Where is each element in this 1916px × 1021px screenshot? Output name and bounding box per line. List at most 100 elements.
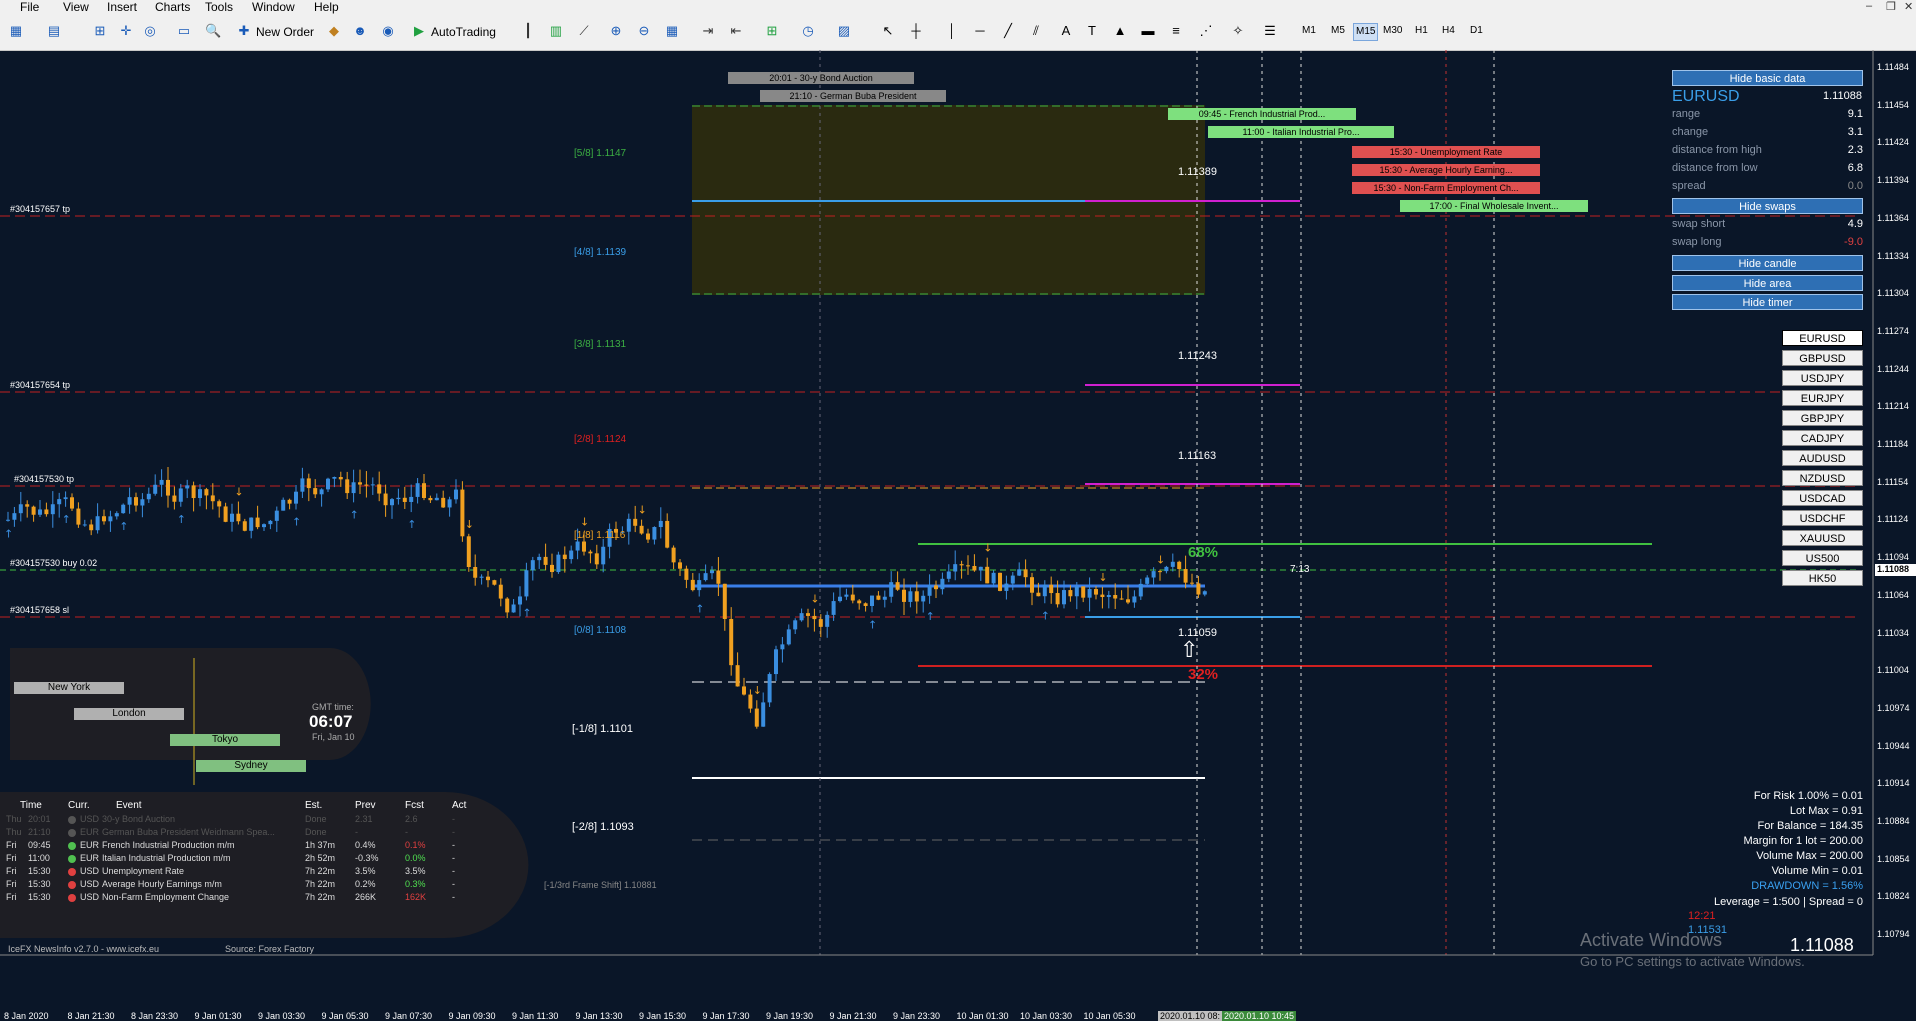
candlestick-icon[interactable]: ▥ [548,23,564,39]
arrows-icon[interactable]: ▲ [1112,23,1128,39]
hide-area-button[interactable]: Hide area [1672,275,1863,291]
chart-area[interactable]: ↑ ↑ ↑ ↑ ↓ ↑ ↑ ↑ ↓ ↑ ↓ ↓ ↑ ↓ ↓ ↑ ↑ ↓ ↑ ↓ ↓ [5/8] 1.1147 [4/8]… [0,50,1916,1021]
navigator-icon[interactable]: ◎ [142,23,158,39]
tf-h4[interactable]: H4 [1440,23,1457,39]
market-watch-icon[interactable]: ⊞ [92,23,108,39]
news-bar-4[interactable]: 11:00 - Italian Industrial Pro... [1208,126,1394,138]
candle-body [82,524,87,526]
session-london: London [74,708,184,720]
candle-body [594,553,599,565]
autotrading-icon[interactable]: ▶ [411,23,427,39]
templates-icon[interactable]: ▨ [836,23,852,39]
symbol-audusd[interactable]: AUDUSD [1782,450,1863,466]
autotrading-button[interactable]: AutoTrading [431,22,496,42]
symbol-eurusd[interactable]: EURUSD [1782,330,1863,346]
hide-swaps-button[interactable]: Hide swaps [1672,198,1863,214]
symbol-hk50[interactable]: HK50 [1782,570,1863,586]
symbol-xauusd[interactable]: XAUUSD [1782,530,1863,546]
hide-candle-button[interactable]: Hide candle [1672,255,1863,271]
crosshair-icon[interactable]: ┼ [908,23,924,39]
tf-m1[interactable]: M1 [1300,23,1318,39]
news-bar-1[interactable]: 20:01 - 30-y Bond Auction [728,72,914,84]
channel-icon[interactable]: ⫽ [1028,23,1044,39]
hide-timer-button[interactable]: Hide timer [1672,294,1863,310]
menu-view[interactable]: View [63,0,89,14]
tf-h1[interactable]: H1 [1413,23,1430,39]
minimize-icon[interactable]: – [1866,0,1872,12]
candle-body [313,488,318,495]
auto-scroll-icon[interactable]: ⇥ [700,23,716,39]
trendline-icon[interactable]: ╱ [1000,23,1016,39]
more-tools-icon[interactable]: ☰ [1262,23,1278,39]
tf-d1[interactable]: D1 [1468,23,1485,39]
new-chart-icon[interactable]: ▦ [8,23,24,39]
zoom-in-icon[interactable]: ⊕ [608,23,624,39]
symbol-nzdusd[interactable]: NZDUSD [1782,470,1863,486]
tf-m5[interactable]: M5 [1329,23,1347,39]
price-axis-label: 1.10914 [1877,778,1910,789]
tile-windows-icon[interactable]: ▦ [664,23,680,39]
menu-tools[interactable]: Tools [205,0,233,14]
rectangle-icon[interactable]: ▬ [1140,23,1156,39]
order-label-buy: #304157530 buy 0.02 [10,558,98,568]
candle-body [121,504,126,514]
symbol-eurjpy[interactable]: EURJPY [1782,390,1863,406]
market-icon[interactable]: ◉ [380,23,396,39]
candle-body [76,508,81,525]
tester-icon[interactable]: 🔍 [205,23,221,39]
candle-body [1164,566,1169,572]
symbol-cadjpy[interactable]: CADJPY [1782,430,1863,446]
menu-file[interactable]: File [20,0,39,14]
symbol-gbpjpy[interactable]: GBPJPY [1782,410,1863,426]
impact-dot-icon [68,894,76,902]
indicators-icon[interactable]: ⊞ [764,23,780,39]
news-bar-8[interactable]: 17:00 - Final Wholesale Invent... [1400,200,1588,212]
tf-m15[interactable]: M15 [1353,23,1379,41]
menu-insert[interactable]: Insert [107,0,137,14]
tf-m30[interactable]: M30 [1381,23,1404,39]
new-order-icon[interactable]: ✚ [236,23,252,39]
symbol-usdchf[interactable]: USDCHF [1782,510,1863,526]
news-bar-5[interactable]: 15:30 - Unemployment Rate [1352,146,1540,158]
candle-body [1068,590,1073,597]
cursor-icon[interactable]: ↖ [880,23,896,39]
hide-basic-data-button[interactable]: Hide basic data [1672,70,1863,86]
profiles-icon[interactable]: ▤ [46,23,62,39]
fib-fan-icon[interactable]: ⋰ [1198,23,1214,39]
restore-icon[interactable]: ❐ [1886,0,1896,13]
candle-body [921,595,926,602]
shapes-icon[interactable]: ✧ [1230,23,1246,39]
fibonacci-icon[interactable]: ≡ [1168,23,1184,39]
terminal-icon[interactable]: ▭ [176,23,192,39]
menu-window[interactable]: Window [252,0,295,14]
metaeditor-icon[interactable]: ◆ [326,23,342,39]
text-icon[interactable]: A [1058,23,1074,39]
bar-chart-icon[interactable]: ┃ [520,23,536,39]
symbol-us500[interactable]: US500 [1782,550,1863,566]
data-window-icon[interactable]: ✛ [118,23,134,39]
calendar-cell: 2.6 [405,814,418,824]
menu-help[interactable]: Help [314,0,339,14]
symbol-usdcad[interactable]: USDCAD [1782,490,1863,506]
candle-body [601,546,606,565]
text-label-icon[interactable]: T [1084,23,1100,39]
candle-body [652,527,657,540]
vertical-line-icon[interactable]: │ [944,23,960,39]
line-chart-icon[interactable]: ⟋ [576,23,592,39]
candle-body [18,504,23,514]
news-bar-2[interactable]: 21:10 - German Buba President [760,90,946,102]
zoom-out-icon[interactable]: ⊖ [636,23,652,39]
time-axis-label: 9 Jan 07:30 [385,1011,433,1021]
signals-icon[interactable]: ☻ [352,23,368,39]
new-order-button[interactable]: New Order [256,22,314,42]
news-bar-3[interactable]: 09:45 - French Industrial Prod... [1168,108,1356,120]
close-icon[interactable]: ✕ [1904,0,1913,13]
symbol-gbpusd[interactable]: GBPUSD [1782,350,1863,366]
symbol-usdjpy[interactable]: USDJPY [1782,370,1863,386]
horizontal-line-icon[interactable]: ─ [972,23,988,39]
chart-shift-icon[interactable]: ⇤ [728,23,744,39]
menu-charts[interactable]: Charts [155,0,190,14]
periods-icon[interactable]: ◷ [800,23,816,39]
news-bar-6[interactable]: 15:30 - Average Hourly Earning... [1352,164,1540,176]
news-bar-7[interactable]: 15:30 - Non-Farm Employment Ch... [1352,182,1540,194]
